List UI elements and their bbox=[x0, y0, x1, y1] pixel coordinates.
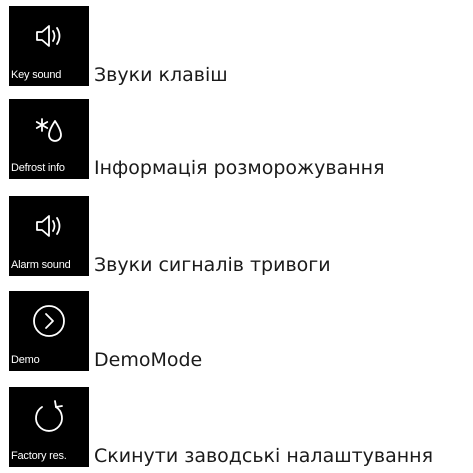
speaker-icon bbox=[36, 25, 61, 47]
factory-reset-tile[interactable]: Factory res. bbox=[9, 387, 89, 467]
play-circle-icon bbox=[33, 305, 65, 337]
tile-caption: Demo bbox=[11, 354, 40, 366]
menu-item-demo[interactable]: Demo DemoMode bbox=[0, 291, 473, 371]
alarm-sound-tile[interactable]: Alarm sound bbox=[9, 196, 89, 276]
defrost-drop-icon bbox=[35, 118, 62, 142]
tile-caption: Defrost info bbox=[11, 162, 65, 174]
menu-item-defrost-info[interactable]: Defrost info Інформація розморожування bbox=[0, 99, 473, 179]
menu-item-alarm-sound[interactable]: Alarm sound Звуки сигналів тривоги bbox=[0, 196, 473, 276]
menu-item-label: Інформація розморожування bbox=[94, 157, 385, 179]
demo-tile[interactable]: Demo bbox=[9, 291, 89, 371]
menu-item-label: Звуки клавіш bbox=[94, 64, 228, 86]
menu-item-label: Звуки сигналів тривоги bbox=[94, 254, 331, 276]
tile-caption: Alarm sound bbox=[11, 259, 71, 271]
key-sound-tile[interactable]: Key sound bbox=[9, 6, 89, 86]
menu-item-label: DemoMode bbox=[94, 349, 203, 371]
menu-item-key-sound[interactable]: Key sound Звуки клавіш bbox=[0, 6, 473, 86]
tile-caption: Factory res. bbox=[11, 450, 67, 462]
menu-item-label: Скинути заводські налаштування bbox=[94, 445, 434, 467]
reset-icon bbox=[35, 400, 63, 432]
speaker-icon bbox=[36, 215, 61, 237]
tile-caption: Key sound bbox=[11, 69, 62, 81]
menu-item-factory-reset[interactable]: Factory res. Скинути заводські налаштува… bbox=[0, 387, 473, 467]
defrost-info-tile[interactable]: Defrost info bbox=[9, 99, 89, 179]
